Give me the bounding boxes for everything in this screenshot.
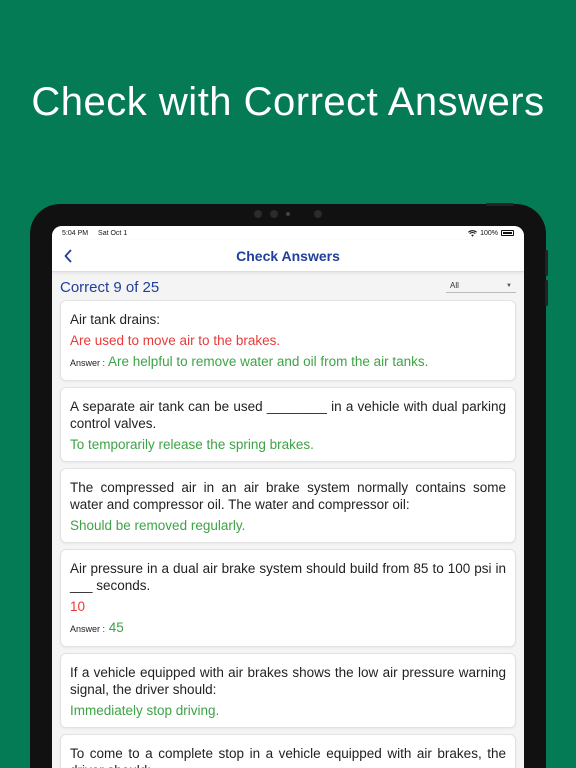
status-bar: 5:04 PM Sat Oct 1 100% [52,226,524,240]
nav-bar: Check Answers [52,240,524,272]
sensor-icon [314,210,322,218]
answer-list: Air tank drains: Are used to move air to… [52,300,524,768]
correct-answer-line: Answer : 45 [70,619,506,638]
battery-icon [501,230,514,236]
headline: Check with Correct Answers [31,80,545,124]
user-answer: Are used to move air to the brakes. [70,333,281,348]
camera-bar [248,208,328,220]
battery-percent: 100% [480,229,498,237]
answer-label: Answer : [70,624,106,634]
volume-down-button [545,280,548,306]
caret-down-icon: ▼ [506,282,512,289]
back-button[interactable] [58,246,78,266]
sensor-icon [254,210,262,218]
page-title: Check Answers [236,247,340,264]
wifi-icon [468,229,478,237]
answer-card: Air pressure in a dual air brake system … [60,549,516,647]
answer-card: A separate air tank can be used ________… [60,387,516,462]
filter-value: All [450,281,459,290]
question-text: If a vehicle equipped with air brakes sh… [70,665,506,697]
answer-card: If a vehicle equipped with air brakes sh… [60,653,516,728]
chevron-left-icon [64,249,72,263]
answer-card: To come to a complete stop in a vehicle … [60,734,516,768]
correct-count: Correct 9 of 25 [60,278,160,296]
answer-label: Answer : [70,358,106,368]
answer-card: Air tank drains: Are used to move air to… [60,300,516,381]
question-text: The compressed air in an air brake syste… [70,480,506,512]
user-answer: To temporarily release the spring brakes… [70,437,314,452]
volume-up-button [545,250,548,276]
correct-answer-line: Answer : Are helpful to remove water and… [70,353,506,372]
camera-icon [286,212,290,216]
status-time: 5:04 PM [62,229,89,237]
user-answer: Should be removed regularly. [70,518,246,533]
filter-dropdown[interactable]: All ▼ [446,281,516,293]
question-text: A separate air tank can be used ________… [70,399,506,431]
status-date: Sat Oct 1 [98,229,128,237]
correct-answer: 45 [108,620,124,635]
question-text: To come to a complete stop in a vehicle … [70,746,506,768]
correct-answer: Are helpful to remove water and oil from… [108,354,429,369]
user-answer: Immediately stop driving. [70,703,220,718]
user-answer: 10 [70,599,86,614]
top-button [486,203,514,206]
question-text: Air pressure in a dual air brake system … [70,561,506,593]
summary-row: Correct 9 of 25 All ▼ [52,274,524,300]
app-screen: 5:04 PM Sat Oct 1 100% Check Answers Cor… [52,226,524,768]
sensor-icon [270,210,278,218]
answer-card: The compressed air in an air brake syste… [60,468,516,543]
question-text: Air tank drains: [70,312,161,327]
